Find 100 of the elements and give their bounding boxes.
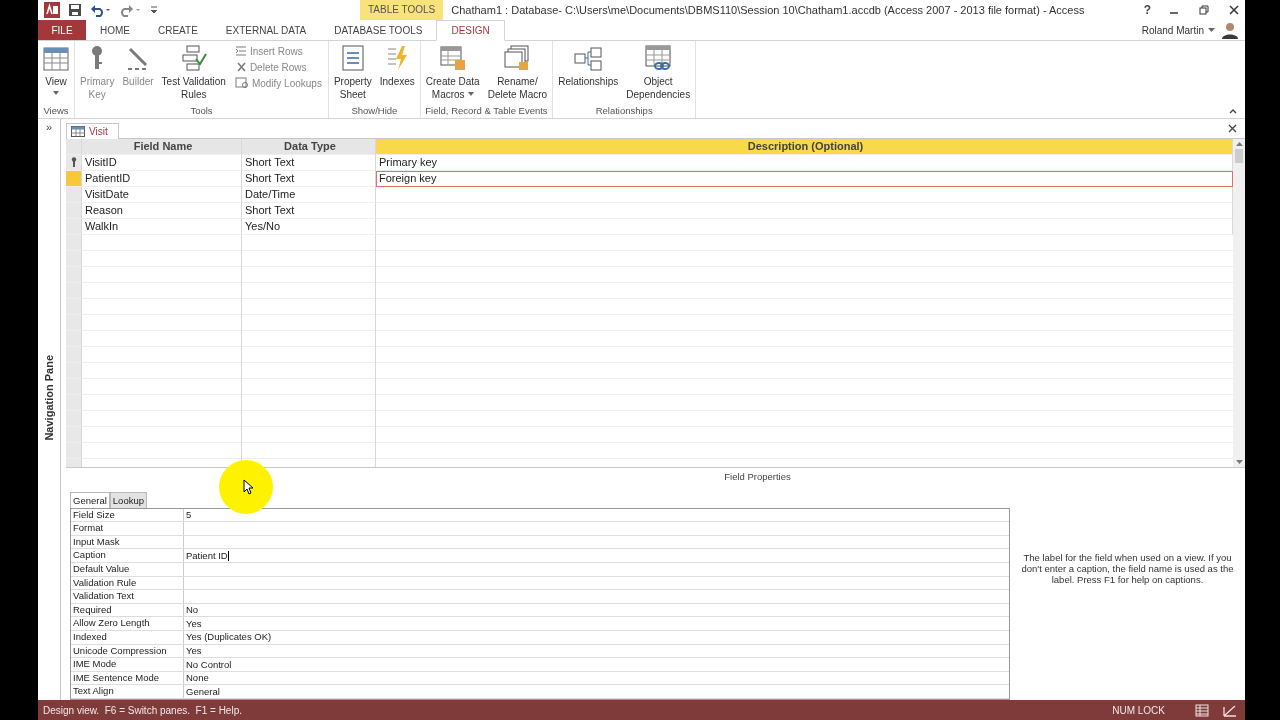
group-label: Show/Hide [350, 104, 399, 118]
lookup-icon [234, 77, 249, 89]
property-value[interactable]: Yes (Duplicates OK) [184, 631, 1009, 644]
table-cell[interactable]: Short Text [242, 202, 376, 219]
navigation-pane-label[interactable]: Navigation Pane [43, 355, 55, 441]
ribbon-tab[interactable]: DESIGN [436, 20, 505, 41]
ribbon-button[interactable]: Create Data Macros [422, 43, 483, 103]
table-cell[interactable]: VisitID [82, 154, 242, 171]
document-tab-label: Visit [89, 125, 108, 137]
status-message: Design view. F6 = Switch panes. F1 = Help. [43, 704, 242, 716]
ribbon-button[interactable]: Test Validation Rules [158, 43, 229, 103]
table-cell[interactable]: VisitDate [82, 186, 242, 203]
property-name: IME Sentence Mode [71, 671, 184, 685]
property-name: Allow Zero Length [71, 617, 184, 631]
table-link-icon [644, 45, 673, 71]
key-icon [70, 157, 77, 168]
ribbon-button[interactable]: Indexes [376, 43, 418, 90]
property-tab[interactable]: General [70, 491, 110, 508]
scroll-thumb[interactable] [1235, 148, 1243, 163]
table-cell[interactable]: PatientID [82, 170, 242, 187]
document-tab[interactable]: Visit [66, 122, 119, 139]
group-label: Views [42, 104, 70, 118]
table-cell[interactable]: Short Text [242, 154, 376, 171]
table-cell[interactable]: WalkIn [82, 218, 242, 235]
table-cell[interactable]: Foreign key [376, 170, 1233, 187]
table-cell[interactable]: Reason [82, 202, 242, 219]
table-cell[interactable]: Yes/No [242, 218, 376, 235]
window-title: Chatham1 : Database- C:\Users\me\Documents\DBMS110\Session 10\Chatham1.accdb (Access 2007 - 2013 file format) - Access [451, 4, 1086, 16]
app-logo-icon[interactable] [44, 2, 60, 18]
navigation-pane[interactable]: » Navigation Pane [38, 119, 61, 700]
customize-icon[interactable] [150, 4, 158, 16]
ribbon-button[interactable]: Relationships [555, 43, 622, 90]
property-value[interactable]: No Control [184, 658, 1009, 671]
group-label: Field, Record & Table Events [424, 104, 549, 118]
key-icon [90, 45, 105, 71]
help-text: The label for the field when used on a view. If you don't enter a caption, the field name is used as the label. Press F1 for help on captions. [1020, 550, 1235, 587]
restore-icon[interactable] [1199, 5, 1209, 15]
property-name: Caption [71, 549, 184, 563]
property-name: Field Size [71, 508, 184, 522]
ribbon-tab[interactable]: DATABASE TOOLS [320, 20, 437, 40]
property-name: Text Align [71, 685, 184, 698]
wand-icon [126, 45, 150, 71]
property-value[interactable]: None [184, 671, 1009, 685]
expand-button[interactable]: » [45, 119, 53, 135]
close-icon[interactable] [1228, 123, 1237, 133]
property-value[interactable]: General [184, 685, 1009, 698]
user-name[interactable]: Roland Martin [1141, 24, 1204, 36]
property-name: Unicode Compression [71, 644, 184, 658]
undo-icon[interactable] [90, 3, 112, 17]
property-name: Indexed [71, 631, 184, 644]
design-view-icon[interactable] [1223, 703, 1237, 717]
scroll-up-icon[interactable] [1234, 140, 1244, 147]
stacked-tables-icon [504, 45, 531, 71]
property-name: Input Mask [71, 535, 184, 549]
relationships-icon [574, 47, 603, 71]
group-label: Relationships [594, 104, 654, 118]
table-cell[interactable]: Primary key [376, 154, 1233, 171]
property-value[interactable]: Yes [184, 644, 1009, 658]
ribbon-button[interactable]: Property Sheet [330, 43, 375, 103]
ribbon-tab[interactable]: HOME [86, 20, 144, 40]
table-cell[interactable]: Date/Time [242, 186, 376, 203]
property-value[interactable]: Yes [184, 617, 1009, 631]
lightning-icon [386, 45, 409, 71]
ribbon-button[interactable]: Object Dependencies [623, 43, 694, 103]
scrollbar[interactable] [1233, 138, 1245, 467]
property-name: IME Mode [71, 658, 184, 671]
close-icon[interactable] [1229, 5, 1239, 15]
caret-icon[interactable] [1208, 27, 1215, 33]
ribbon-tab[interactable]: CREATE [144, 20, 212, 40]
datasheet-icon [43, 47, 69, 71]
delete-rows-icon [234, 61, 247, 73]
insert-rows-icon [234, 45, 247, 57]
property-name: Required [71, 603, 184, 617]
collapse-icon[interactable] [1229, 108, 1237, 114]
property-name: Validation Text [71, 590, 184, 603]
property-sheet-icon [341, 45, 364, 71]
avatar-icon[interactable] [1221, 21, 1239, 39]
property-value[interactable]: Patient ID [184, 549, 1009, 563]
mouse-pointer-icon [243, 479, 253, 495]
property-value[interactable]: No [184, 603, 1009, 617]
scroll-down-icon[interactable] [1234, 458, 1244, 465]
ribbon-tab[interactable]: EXTERNAL DATA [211, 20, 321, 40]
num-lock-indicator: NUM LOCK [1112, 704, 1165, 716]
ribbon-button[interactable]: Rename/ Delete Macro [484, 43, 551, 103]
ribbon-button[interactable]: View [40, 43, 72, 97]
help-button[interactable]: ? [1139, 3, 1155, 17]
property-value[interactable]: 5 [184, 508, 1009, 522]
save-icon[interactable] [68, 3, 82, 17]
table-icon [71, 125, 85, 137]
property-tab[interactable]: Lookup [109, 491, 147, 508]
datasheet-view-icon[interactable] [1195, 703, 1209, 717]
redo-icon[interactable] [120, 3, 142, 17]
property-name: Default Value [71, 563, 184, 576]
ribbon-tab[interactable]: FILE [38, 20, 86, 40]
property-name: Validation Rule [71, 576, 184, 590]
property-name: Format [71, 522, 184, 535]
flowchart-icon [180, 45, 207, 71]
table-cell[interactable]: Short Text [242, 170, 376, 187]
table-macro-icon [439, 45, 466, 71]
group-label: Tools [189, 104, 214, 118]
